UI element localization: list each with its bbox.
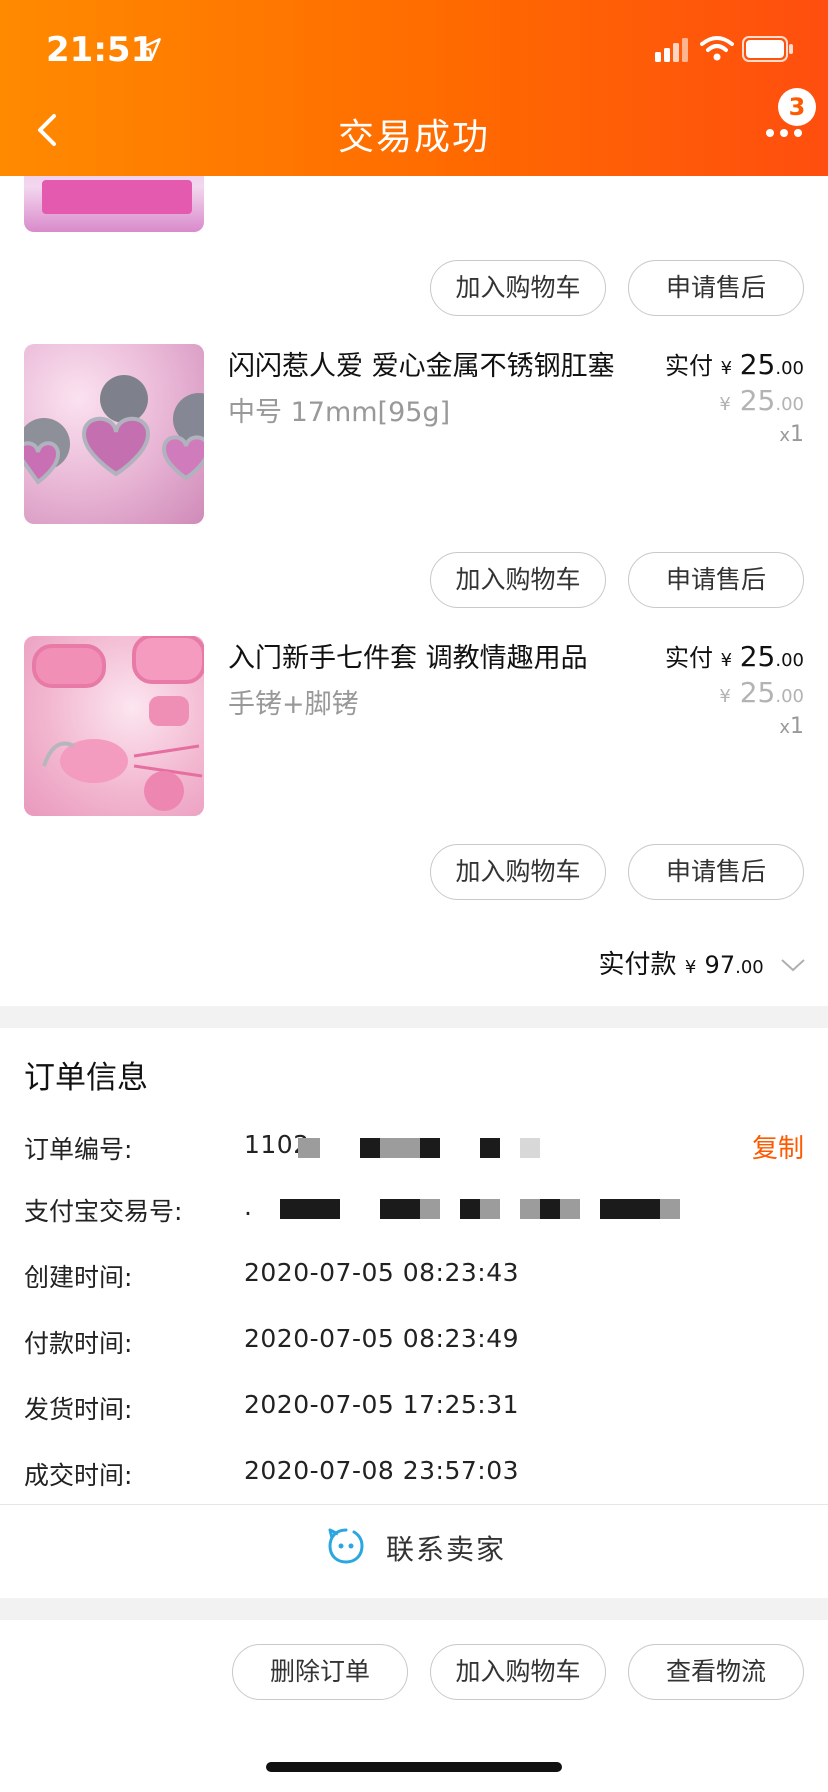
add-to-cart-button[interactable]: 加入购物车 (430, 1644, 606, 1700)
redaction-block (600, 1199, 660, 1219)
alipay-number-label: 支付宝交易号: (24, 1197, 183, 1226)
redaction-block (480, 1138, 500, 1158)
order-total[interactable]: 实付款 ¥ 97.00 (599, 944, 806, 981)
redaction-block (520, 1199, 540, 1219)
completed-time-value: 2020-07-08 23:57:03 (244, 1456, 520, 1485)
add-to-cart-button[interactable]: 加入购物车 (430, 552, 606, 608)
orig-dec: .00 (775, 686, 804, 707)
qty-x: x (779, 425, 790, 446)
redaction-block (540, 1199, 560, 1219)
currency-symbol: ¥ (719, 686, 731, 707)
qty-x: x (779, 717, 790, 738)
redaction-block (420, 1199, 440, 1219)
product-quantity: x1 (779, 422, 804, 447)
product-image[interactable] (24, 636, 204, 816)
orig-dec: .00 (775, 394, 804, 415)
product-packaging-strip (42, 180, 192, 214)
redaction-block (480, 1199, 500, 1219)
paid-dec: .00 (775, 358, 804, 379)
add-to-cart-button[interactable]: 加入购物车 (430, 844, 606, 900)
section-divider (0, 1598, 828, 1620)
orig-int: 25 (739, 676, 776, 709)
currency-symbol: ¥ (684, 957, 697, 978)
product-original-price: ¥ 25.00 (719, 384, 804, 417)
product-paid-price: 实付 ¥ 25.00 (665, 638, 804, 673)
after-sale-button[interactable]: 申请售后 (628, 844, 804, 900)
currency-symbol: ¥ (719, 394, 731, 415)
battery-icon (742, 36, 793, 62)
heart-plug-illustration (24, 375, 204, 485)
status-bar: 21:51 (0, 0, 828, 100)
currency-symbol: ¥ (720, 358, 733, 379)
cuffs-illustration (32, 636, 204, 811)
home-indicator[interactable] (266, 1762, 562, 1772)
redaction-block (660, 1199, 680, 1219)
paid-label: 实付 (664, 644, 713, 672)
order-info-title: 订单信息 (24, 1060, 148, 1096)
signal-icon (655, 38, 688, 62)
product-image[interactable] (24, 344, 204, 524)
chevron-down-icon (781, 959, 805, 972)
contact-seller-label: 联系卖家 (386, 1533, 507, 1566)
orig-int: 25 (739, 384, 776, 417)
paid-int: 25 (739, 348, 776, 381)
shipped-time-label: 发货时间: (24, 1395, 133, 1424)
redaction-block (520, 1138, 540, 1158)
after-sale-button[interactable]: 申请售后 (628, 260, 804, 316)
product-spec: 手铐+脚铐 (228, 689, 359, 720)
section-divider (0, 1006, 828, 1028)
after-sale-button[interactable]: 申请售后 (628, 552, 804, 608)
completed-time-label: 成交时间: (24, 1461, 133, 1490)
paid-label: 实付 (664, 352, 713, 380)
wifi-icon (700, 36, 734, 61)
product-title[interactable]: 闪闪惹人爱 爱心金属不锈钢肛塞 (228, 344, 615, 383)
message-badge: 3 (778, 88, 816, 126)
chat-face-icon (328, 1528, 364, 1564)
paid-time-value: 2020-07-05 08:23:49 (244, 1324, 520, 1353)
redaction-block (298, 1138, 320, 1158)
divider (0, 1504, 828, 1505)
created-time-label: 创建时间: (24, 1263, 133, 1292)
qty-value: 1 (790, 422, 804, 447)
page-title: 交易成功 (337, 117, 490, 158)
redaction-block (360, 1138, 380, 1158)
product-title[interactable]: 入门新手七件套 调教情趣用品 (228, 636, 588, 675)
redaction-block (560, 1199, 580, 1219)
contact-seller-button[interactable]: 联系卖家 (0, 1506, 828, 1594)
view-logistics-button[interactable]: 查看物流 (628, 1644, 804, 1700)
header-bar: 21:51 交易成功 3 (0, 0, 828, 176)
alipay-number-value: . (244, 1192, 253, 1221)
redaction-block (420, 1138, 440, 1158)
total-int: 97 (704, 951, 736, 979)
total-label: 实付款 (598, 950, 677, 980)
product-original-price: ¥ 25.00 (719, 676, 804, 709)
paid-dec: .00 (775, 650, 804, 671)
total-dec: .00 (735, 957, 764, 978)
redaction-block (460, 1199, 480, 1219)
redaction-block (380, 1138, 420, 1158)
shipped-time-value: 2020-07-05 17:25:31 (244, 1390, 520, 1419)
order-number-label: 订单编号: (24, 1135, 133, 1164)
product-quantity: x1 (779, 714, 804, 739)
paid-time-label: 付款时间: (24, 1329, 133, 1358)
copy-button[interactable]: 复制 (752, 1128, 804, 1165)
currency-symbol: ¥ (720, 650, 733, 671)
redaction-block (380, 1199, 420, 1219)
delete-order-button[interactable]: 删除订单 (232, 1644, 408, 1700)
product-paid-price: 实付 ¥ 25.00 (665, 346, 804, 381)
product-spec: 中号 17mm[95g] (228, 397, 451, 428)
redaction-block (280, 1199, 340, 1219)
location-arrow-icon (140, 38, 161, 60)
add-to-cart-button[interactable]: 加入购物车 (430, 260, 606, 316)
qty-value: 1 (790, 714, 804, 739)
paid-int: 25 (739, 640, 776, 673)
created-time-value: 2020-07-05 08:23:43 (244, 1258, 520, 1287)
